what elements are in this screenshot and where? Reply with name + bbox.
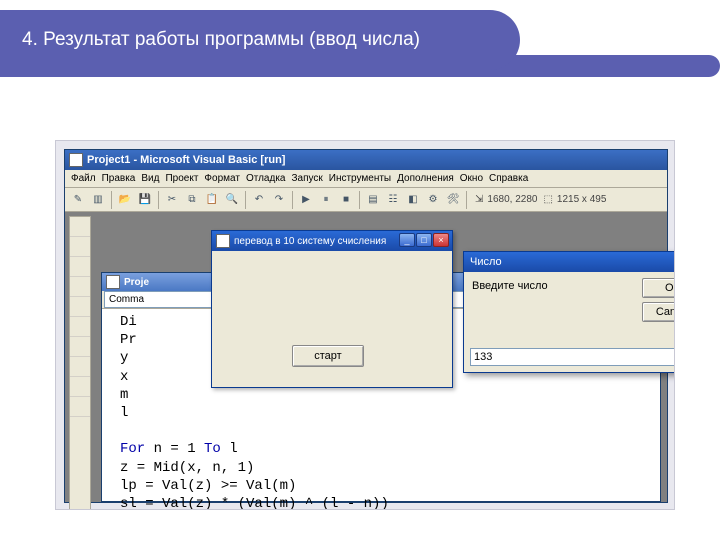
menu-help[interactable]: Справка <box>489 173 528 184</box>
tb-cut-icon[interactable]: ✂ <box>163 191 181 209</box>
tb-properties-icon[interactable]: ☷ <box>384 191 402 209</box>
vb-titlebar: Project1 - Microsoft Visual Basic [run] <box>65 150 667 170</box>
menu-edit[interactable]: Правка <box>102 173 136 184</box>
form-icon <box>216 234 230 248</box>
tb-find-icon[interactable]: 🔍 <box>223 191 241 209</box>
tb-save-icon[interactable]: 💾 <box>136 191 154 209</box>
vb-title-text: Project1 - Microsoft Visual Basic [run] <box>87 154 285 166</box>
tb-additem-icon[interactable]: ▥ <box>89 191 107 209</box>
tb-redo-icon[interactable]: ↷ <box>270 191 288 209</box>
close-icon[interactable]: × <box>433 233 449 247</box>
menu-run[interactable]: Запуск <box>291 173 322 184</box>
screenshot-stage: Project1 - Microsoft Visual Basic [run] … <box>55 140 675 510</box>
toolbar: ✎ ▥ 📂 💾 ✂ ⧉ 📋 🔍 ↶ ↷ ▶ ⏸ ■ ▤ ☷ ◧ ⚙ 🛠 <box>65 188 667 212</box>
menu-window[interactable]: Окно <box>460 173 483 184</box>
pos-icon: ⇲ <box>475 194 483 205</box>
tb-explorer-icon[interactable]: ▤ <box>364 191 382 209</box>
tb-undo-icon[interactable]: ↶ <box>250 191 268 209</box>
form-titlebar[interactable]: перевод в 10 систему счисления _ □ × <box>212 231 452 251</box>
start-button[interactable]: старт <box>292 345 364 367</box>
tb-objectbrowser-icon[interactable]: ⚙ <box>424 191 442 209</box>
tb-paste-icon[interactable]: 📋 <box>203 191 221 209</box>
tb-formlayout-icon[interactable]: ◧ <box>404 191 422 209</box>
menu-bar[interactable]: Файл Правка Вид Проект Формат Отладка За… <box>65 170 667 188</box>
size-readout: ⬚ 1215 x 495 <box>543 194 606 205</box>
code-window-icon <box>106 275 120 289</box>
tb-copy-icon[interactable]: ⧉ <box>183 191 201 209</box>
menu-addins[interactable]: Дополнения <box>397 173 454 184</box>
tb-open-icon[interactable]: 📂 <box>116 191 134 209</box>
menu-debug[interactable]: Отладка <box>246 173 286 184</box>
tb-break-icon[interactable]: ⏸ <box>317 191 335 209</box>
tb-addproject-icon[interactable]: ✎ <box>69 191 87 209</box>
menu-file[interactable]: Файл <box>71 173 96 184</box>
minimize-icon[interactable]: _ <box>399 233 415 247</box>
vb-app-icon <box>69 153 83 167</box>
size-icon: ⬚ <box>543 194 552 205</box>
maximize-icon[interactable]: □ <box>416 233 432 247</box>
tb-start-icon[interactable]: ▶ <box>297 191 315 209</box>
app-form-window: перевод в 10 систему счисления _ □ × ста… <box>211 230 453 388</box>
menu-tools[interactable]: Инструменты <box>329 173 391 184</box>
input-dialog: Число × Введите число OK Cancel <box>463 251 675 373</box>
position-readout: ⇲ 1680, 2280 <box>475 194 537 205</box>
menu-view[interactable]: Вид <box>141 173 159 184</box>
menu-project[interactable]: Проект <box>165 173 198 184</box>
tb-end-icon[interactable]: ■ <box>337 191 355 209</box>
number-input[interactable] <box>470 348 675 366</box>
ok-button[interactable]: OK <box>642 278 675 298</box>
tb-toolbox-icon[interactable]: 🛠 <box>444 191 462 209</box>
menu-format[interactable]: Формат <box>204 173 240 184</box>
toolbox[interactable] <box>69 216 91 510</box>
dialog-titlebar[interactable]: Число × <box>464 252 675 272</box>
cancel-button[interactable]: Cancel <box>642 302 675 322</box>
slide-title: 4. Результат работы программы (ввод числ… <box>0 10 520 70</box>
